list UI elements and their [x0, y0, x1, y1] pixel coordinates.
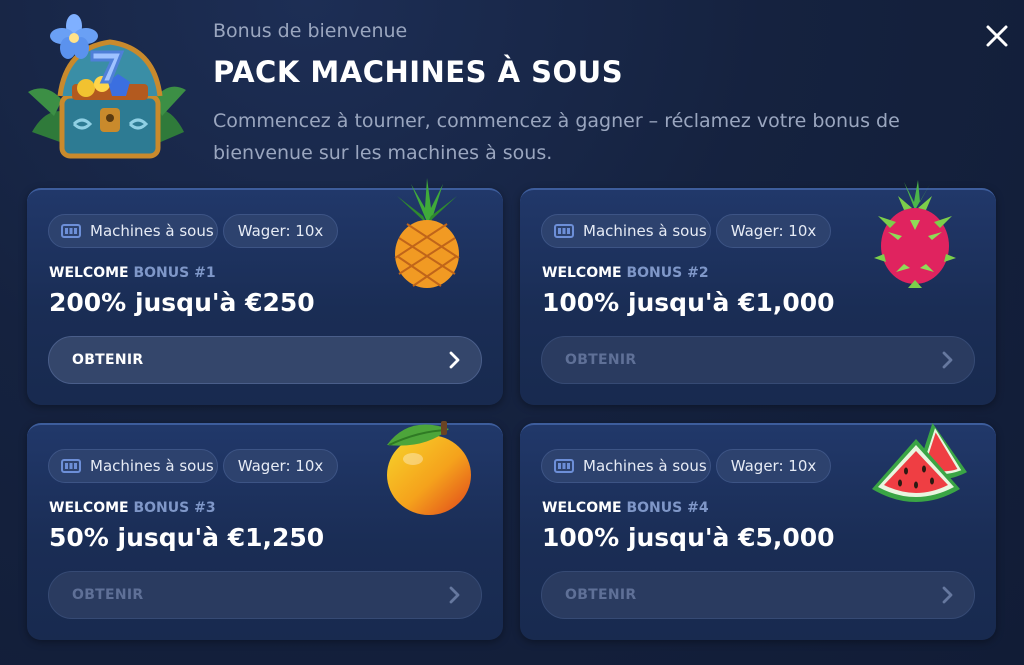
bonus-label-prefix: WELCOME: [542, 265, 627, 281]
bonus-card: Machines à sous Wager: 10x WELCOME BONUS…: [27, 421, 503, 640]
bonus-label: WELCOME BONUS #3: [49, 500, 216, 516]
pineapple-icon: [394, 178, 460, 288]
obtain-button[interactable]: OBTENIR: [48, 571, 482, 619]
bonus-card: Machines à sous Wager: 10x WELCOME BONUS…: [520, 423, 996, 640]
bonus-card: Machines à sous Wager: 10x WELCOME BONUS…: [520, 180, 996, 405]
close-icon[interactable]: [983, 22, 1011, 50]
bonus-amount: 100% jusqu'à €5,000: [542, 523, 835, 552]
category-chip: Machines à sous: [541, 449, 711, 483]
slot-machine-icon: [61, 224, 81, 238]
bonus-card: Machines à sous Wager: 10x WELCOME BONUS…: [27, 178, 503, 405]
bonus-amount: 100% jusqu'à €1,000: [542, 288, 835, 317]
watermelon-icon: [872, 423, 967, 502]
bonus-amount: 50% jusqu'à €1,250: [49, 523, 325, 552]
modal-header: Bonus de bienvenue PACK MACHINES À SOUS …: [0, 0, 1024, 180]
slot-machine-icon: [554, 224, 574, 238]
bonus-label-prefix: WELCOME: [542, 500, 627, 516]
category-label: Machines à sous: [583, 457, 707, 475]
wager-chip: Wager: 10x: [223, 449, 338, 483]
obtain-button[interactable]: OBTENIR: [541, 336, 975, 384]
bonus-label-number: BONUS #2: [626, 265, 709, 281]
obtain-button-label: OBTENIR: [565, 587, 637, 603]
bonus-amount: 200% jusqu'à €250: [49, 288, 315, 317]
obtain-button[interactable]: OBTENIR: [541, 571, 975, 619]
category-label: Machines à sous: [90, 222, 214, 240]
category-chip: Machines à sous: [48, 449, 218, 483]
page-title: PACK MACHINES À SOUS: [213, 55, 624, 89]
obtain-button[interactable]: OBTENIR: [48, 336, 482, 384]
category-label: Machines à sous: [90, 457, 214, 475]
slot-machine-icon: [61, 459, 81, 473]
category-label: Machines à sous: [583, 222, 707, 240]
chevron-right-icon: [942, 351, 953, 369]
header-eyebrow: Bonus de bienvenue: [213, 20, 408, 42]
slot-machine-icon: [554, 459, 574, 473]
bonus-label-prefix: WELCOME: [49, 265, 134, 281]
category-chip: Machines à sous: [48, 214, 218, 248]
obtain-button-label: OBTENIR: [72, 587, 144, 603]
bonus-label-number: BONUS #3: [133, 500, 216, 516]
wager-chip: Wager: 10x: [716, 214, 831, 248]
mango-icon: [387, 421, 471, 515]
chevron-right-icon: [942, 586, 953, 604]
wager-chip: Wager: 10x: [716, 449, 831, 483]
bonus-label-number: BONUS #1: [133, 265, 216, 281]
wager-chip: Wager: 10x: [223, 214, 338, 248]
obtain-button-label: OBTENIR: [565, 352, 637, 368]
obtain-button-label: OBTENIR: [72, 352, 144, 368]
header-description: Commencez à tourner, commencez à gagner …: [213, 110, 900, 164]
bonus-label-prefix: WELCOME: [49, 500, 134, 516]
chevron-right-icon: [449, 351, 460, 369]
dragon-fruit-icon: [874, 180, 956, 288]
category-chip: Machines à sous: [541, 214, 711, 248]
chevron-right-icon: [449, 586, 460, 604]
bonus-label-number: BONUS #4: [626, 500, 709, 516]
bonus-label: WELCOME BONUS #4: [542, 500, 709, 516]
treasure-chest-icon: [28, 14, 186, 159]
bonus-label: WELCOME BONUS #1: [49, 265, 216, 281]
bonus-label: WELCOME BONUS #2: [542, 265, 709, 281]
